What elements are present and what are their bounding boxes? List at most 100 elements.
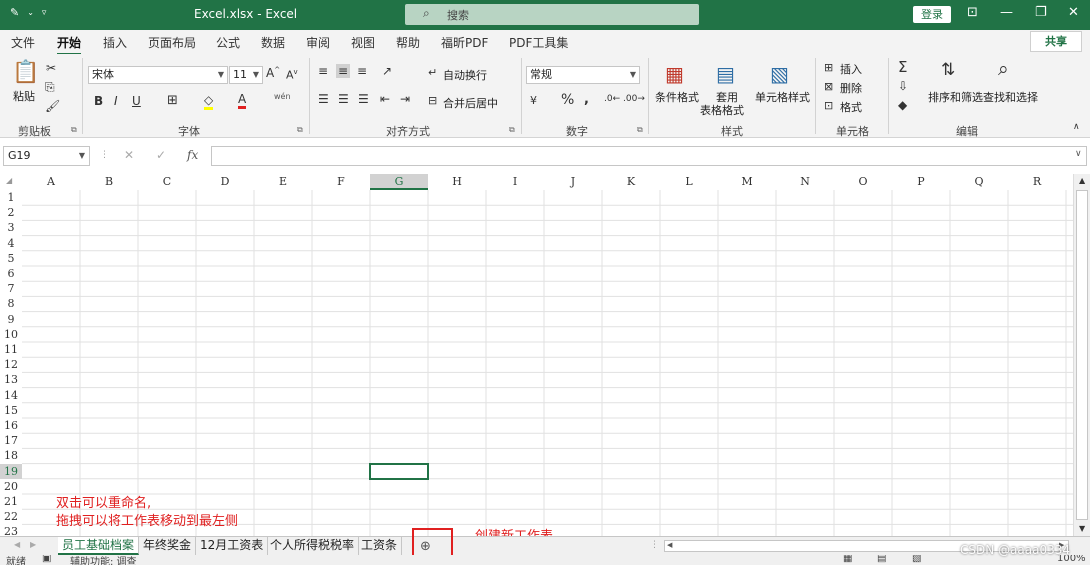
- column-header-q[interactable]: Q: [950, 174, 1008, 190]
- italic-icon[interactable]: I: [114, 94, 118, 108]
- row-header-11[interactable]: 11: [0, 342, 22, 357]
- column-header-g[interactable]: G: [370, 174, 428, 190]
- tab-page-layout[interactable]: 页面布局: [148, 34, 196, 51]
- sheet-tab-december-payroll[interactable]: 12月工资表: [196, 537, 269, 555]
- font-color-icon[interactable]: A: [238, 92, 247, 109]
- macro-record-icon[interactable]: ▣: [42, 555, 51, 564]
- insert-cells-button[interactable]: 插入: [840, 61, 862, 77]
- close-icon[interactable]: ✕: [1068, 5, 1079, 20]
- dialog-launcher-icon[interactable]: ⧉: [509, 125, 515, 135]
- copy-icon[interactable]: ⎘: [45, 80, 55, 95]
- table-format-button-line2[interactable]: 表格格式: [700, 102, 744, 118]
- active-cell[interactable]: [369, 462, 429, 480]
- dialog-launcher-icon[interactable]: ⧉: [637, 125, 643, 135]
- format-painter-icon[interactable]: 🖌: [45, 99, 60, 113]
- scroll-down-icon[interactable]: ▼: [1079, 524, 1085, 533]
- delete-cells-icon[interactable]: ⊠: [824, 80, 833, 93]
- enter-icon[interactable]: ✓: [156, 148, 166, 162]
- tab-file[interactable]: 文件: [11, 34, 35, 51]
- sheet-tab-year-end-bonus[interactable]: 年终奖金: [139, 537, 197, 555]
- find-select-button[interactable]: 查找和选择: [983, 89, 1038, 105]
- normal-view-icon[interactable]: ▦: [843, 555, 852, 564]
- insert-function-icon[interactable]: fx: [187, 148, 198, 162]
- autosave-icon[interactable]: ✎: [10, 6, 19, 19]
- format-cells-button[interactable]: 格式: [840, 99, 862, 115]
- column-header-i[interactable]: I: [486, 174, 544, 190]
- column-header-o[interactable]: O: [834, 174, 892, 190]
- accounting-format-icon[interactable]: ¥: [530, 94, 537, 107]
- row-header-10[interactable]: 10: [0, 327, 22, 342]
- dialog-launcher-icon[interactable]: ⧉: [297, 125, 303, 135]
- tab-formulas[interactable]: 公式: [216, 34, 240, 51]
- row-header-1[interactable]: 1: [0, 190, 22, 205]
- column-header-r[interactable]: R: [1008, 174, 1066, 190]
- share-button[interactable]: 共享: [1030, 31, 1082, 52]
- column-header-f[interactable]: F: [312, 174, 370, 190]
- tab-view[interactable]: 视图: [351, 34, 375, 51]
- sheet-tab-income-tax-rates[interactable]: 个人所得税税率: [266, 537, 360, 555]
- page-break-view-icon[interactable]: ▧: [912, 555, 921, 564]
- scroll-left-icon[interactable]: ◀: [667, 541, 672, 549]
- align-top-icon[interactable]: ≡: [318, 64, 328, 78]
- dialog-launcher-icon[interactable]: ⧉: [71, 125, 77, 135]
- number-format-combo[interactable]: 常规 ▼: [526, 66, 640, 84]
- increase-decimal-icon[interactable]: .0←: [604, 94, 620, 104]
- underline-icon[interactable]: U: [132, 94, 141, 108]
- orientation-icon[interactable]: ↗: [382, 64, 392, 78]
- table-format-icon[interactable]: ▤: [716, 62, 735, 86]
- bold-icon[interactable]: B: [94, 94, 103, 108]
- align-bottom-icon[interactable]: ≡: [357, 64, 367, 78]
- row-header-15[interactable]: 15: [0, 403, 22, 418]
- row-header-13[interactable]: 13: [0, 372, 22, 387]
- page-layout-view-icon[interactable]: ▤: [877, 555, 886, 564]
- wrap-text-button[interactable]: 自动换行: [443, 67, 487, 83]
- tab-pdf-tools[interactable]: PDF工具集: [509, 34, 568, 51]
- column-header-b[interactable]: B: [80, 174, 138, 190]
- ribbon-display-icon[interactable]: ⊡: [967, 5, 978, 20]
- paste-icon[interactable]: 📋: [12, 60, 39, 85]
- row-header-21[interactable]: 21: [0, 494, 22, 509]
- row-header-2[interactable]: 2: [0, 205, 22, 220]
- row-header-18[interactable]: 18: [0, 448, 22, 463]
- cell-styles-button[interactable]: 单元格样式: [755, 89, 810, 105]
- tab-splitter-icon[interactable]: ⋮: [650, 540, 659, 550]
- sort-filter-button[interactable]: 排序和筛选: [928, 89, 983, 105]
- column-header-p[interactable]: P: [892, 174, 950, 190]
- align-left-icon[interactable]: ☰: [318, 92, 329, 106]
- cancel-icon[interactable]: ✕: [124, 148, 134, 162]
- row-header-6[interactable]: 6: [0, 266, 22, 281]
- column-header-l[interactable]: L: [660, 174, 718, 190]
- cut-icon[interactable]: ✂: [46, 61, 56, 75]
- expand-formula-icon[interactable]: ∨: [1075, 149, 1082, 159]
- cell-styles-icon[interactable]: ▧: [770, 62, 789, 86]
- tab-insert[interactable]: 插入: [103, 34, 127, 51]
- accessibility-status[interactable]: 辅助功能: 调查: [70, 555, 137, 565]
- insert-cells-icon[interactable]: ⊞: [824, 61, 833, 74]
- font-size-combo[interactable]: 11 ▼: [229, 66, 263, 84]
- column-header-n[interactable]: N: [776, 174, 834, 190]
- worksheet-grid[interactable]: [22, 190, 1073, 536]
- merge-center-button[interactable]: 合并后居中: [443, 95, 498, 111]
- conditional-format-icon[interactable]: ▦: [665, 62, 684, 86]
- paste-label[interactable]: 粘贴: [13, 88, 35, 104]
- clear-icon[interactable]: ◆: [898, 98, 907, 112]
- tab-review[interactable]: 审阅: [306, 34, 330, 51]
- row-header-9[interactable]: 9: [0, 312, 22, 327]
- font-name-combo[interactable]: 宋体 ▼: [88, 66, 228, 84]
- borders-icon[interactable]: ⊞: [167, 93, 178, 108]
- vertical-scroll-thumb[interactable]: [1076, 190, 1088, 520]
- row-header-5[interactable]: 5: [0, 251, 22, 266]
- row-header-3[interactable]: 3: [0, 220, 22, 235]
- column-header-k[interactable]: K: [602, 174, 660, 190]
- delete-cells-button[interactable]: 删除: [840, 80, 862, 96]
- tab-data[interactable]: 数据: [261, 34, 285, 51]
- row-header-19[interactable]: 19: [0, 463, 22, 479]
- column-header-m[interactable]: M: [718, 174, 776, 190]
- name-box[interactable]: G19 ▼: [3, 146, 90, 166]
- align-center-icon[interactable]: ☰: [338, 92, 349, 106]
- row-header-20[interactable]: 20: [0, 479, 22, 494]
- collapse-ribbon-icon[interactable]: ∧: [1073, 122, 1080, 132]
- decrease-indent-icon[interactable]: ⇤: [380, 92, 390, 106]
- chevron-down-icon[interactable]: ⌄: [27, 8, 34, 17]
- row-header-7[interactable]: 7: [0, 281, 22, 296]
